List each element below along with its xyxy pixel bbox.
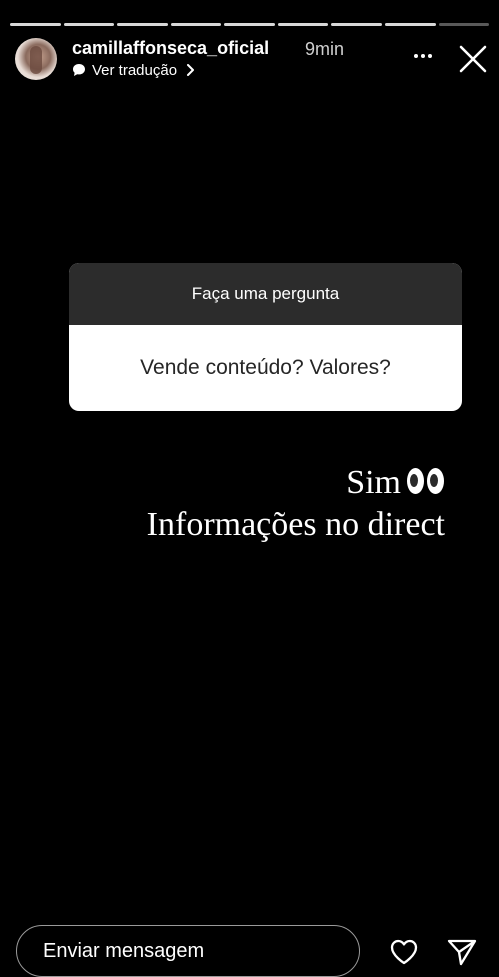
progress-segment: [331, 23, 382, 26]
question-sticker: Faça uma pergunta Vende conteúdo? Valore…: [69, 263, 462, 411]
heart-icon[interactable]: [389, 938, 419, 966]
progress-segment: [170, 23, 222, 26]
close-icon[interactable]: [458, 44, 488, 74]
translate-label: Ver tradução: [92, 61, 178, 79]
more-icon-dot: [421, 54, 425, 58]
progress-segment: [63, 23, 115, 26]
progress-segment: [10, 23, 61, 26]
question-text: Vende conteúdo? Valores?: [140, 356, 391, 379]
answer-line-1: Sim: [147, 462, 445, 504]
progress-segment: [384, 23, 436, 26]
answer-line-1-text: Sim: [346, 464, 401, 501]
story-header: camillaffonseca_oficial 9min Ver traduçã…: [0, 38, 499, 82]
translate-bubble-icon: [73, 64, 85, 76]
story-progress-bar: [10, 23, 490, 26]
avatar[interactable]: [15, 38, 57, 80]
send-icon[interactable]: [447, 938, 477, 966]
eye-right: [427, 468, 444, 495]
chevron-right-icon: [187, 64, 195, 76]
progress-segment: [277, 23, 329, 26]
answer-line-2: Informações no direct: [146, 506, 445, 543]
more-icon-dot: [428, 54, 432, 58]
answer-text: Sim Informações no direct: [147, 462, 445, 546]
message-placeholder: Enviar mensagem: [43, 939, 205, 962]
progress-segment: [117, 23, 168, 26]
translate-link[interactable]: Ver tradução: [72, 61, 195, 79]
progress-segment: [224, 23, 275, 26]
username[interactable]: camillaffonseca_oficial: [72, 38, 269, 59]
more-icon-dot: [414, 54, 418, 58]
story-time: 9min: [305, 39, 345, 59]
question-sticker-header: Faça uma pergunta: [69, 263, 462, 325]
message-input[interactable]: Enviar mensagem: [16, 925, 360, 977]
more-button[interactable]: [410, 46, 436, 66]
eye-left: [407, 468, 424, 495]
eyes-emoji: [407, 468, 445, 495]
progress-segment-current: [438, 23, 490, 26]
